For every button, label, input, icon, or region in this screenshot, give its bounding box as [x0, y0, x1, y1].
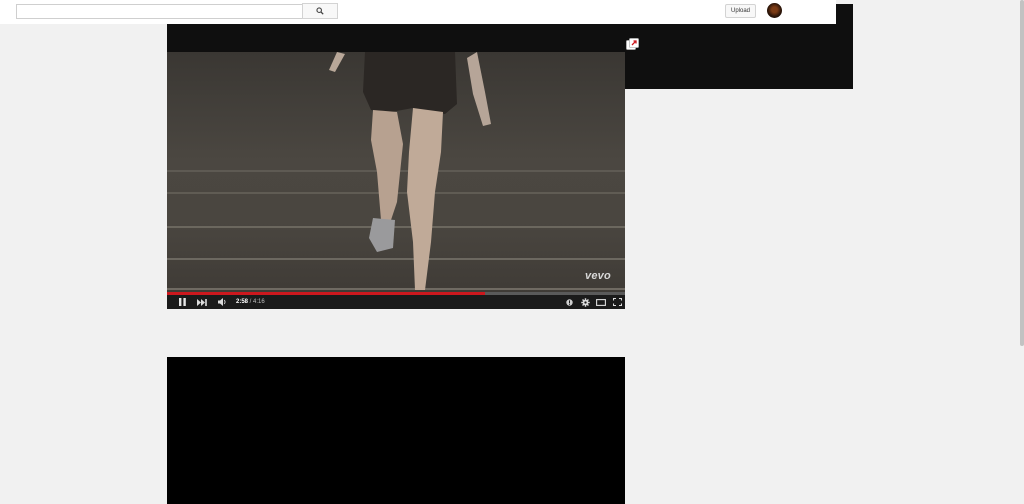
volume-button[interactable] — [216, 297, 228, 307]
annotations-icon — [565, 298, 573, 306]
current-time: 2:58 — [236, 299, 249, 305]
player-header — [167, 24, 625, 52]
page-scrollbar[interactable] — [1020, 0, 1024, 346]
watch-page: Upload vevo 2:58 / 4:16 — [0, 0, 1024, 504]
next-button[interactable] — [196, 297, 208, 307]
runner-figure — [329, 52, 491, 290]
pause-icon — [178, 298, 186, 306]
popout-icon[interactable] — [626, 38, 639, 50]
masthead: Upload — [0, 0, 836, 24]
gear-icon — [580, 297, 590, 307]
upload-button[interactable]: Upload — [725, 4, 756, 18]
search-icon — [316, 7, 324, 15]
total-time: 4:16 — [253, 299, 265, 305]
volume-icon — [217, 298, 225, 306]
settings-button[interactable] — [579, 297, 591, 307]
theater-mode-button[interactable] — [595, 297, 607, 307]
time-display: 2:58 / 4:16 — [236, 297, 265, 307]
annotations-button[interactable] — [564, 297, 574, 307]
search-button[interactable] — [302, 3, 338, 19]
next-icon — [197, 298, 207, 306]
pause-button[interactable] — [177, 297, 187, 307]
search-input[interactable] — [16, 4, 303, 19]
video-frame[interactable] — [167, 52, 625, 293]
sidebar-panel — [625, 24, 853, 89]
avatar[interactable] — [767, 3, 782, 18]
fullscreen-button[interactable] — [611, 297, 623, 307]
vevo-watermark: vevo — [585, 270, 611, 282]
theater-mode-icon — [596, 298, 606, 306]
fullscreen-icon — [612, 298, 622, 306]
player-controls: 2:58 / 4:16 — [167, 295, 625, 309]
secondary-video-player[interactable] — [167, 357, 625, 504]
